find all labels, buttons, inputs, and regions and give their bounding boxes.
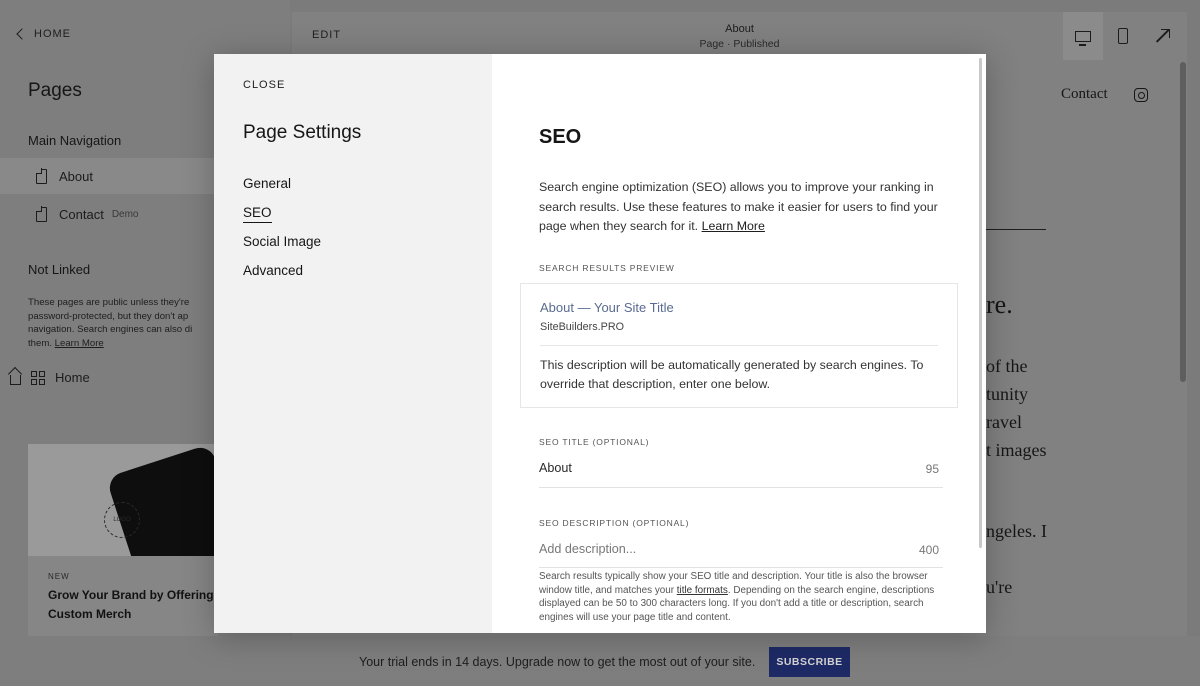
arrow-up-right-icon [1156,29,1170,43]
desktop-icon [1075,30,1091,46]
seo-learn-more-link[interactable]: Learn More [702,219,765,233]
seo-panel: SEO Search engine optimization (SEO) all… [492,54,986,633]
seo-title-input[interactable]: About [539,461,572,475]
tshirt-graphic [105,444,218,556]
search-preview-label: SEARCH RESULTS PREVIEW [539,263,675,273]
tab-social-image[interactable]: Social Image [243,234,321,249]
grid-icon [31,370,45,385]
seo-description-char-count: 400 [918,543,939,557]
trial-message: Your trial ends in 14 days. Upgrade now … [359,655,756,669]
home-label: Home [55,370,90,385]
settings-title: Page Settings [243,122,362,143]
trial-banner: Your trial ends in 14 days. Upgrade now … [0,636,1200,686]
seo-title-char-count: 95 [925,462,939,476]
settings-nav-panel: CLOSE Page Settings General SEO Social I… [214,54,492,633]
preview-divider [540,345,938,346]
page-status: Page · Published [699,38,780,50]
instagram-icon[interactable] [1134,88,1148,102]
site-contact-link[interactable]: Contact [1061,86,1108,103]
editor-topbar: EDIT About Page · Published [292,12,1187,60]
page-settings-modal: CLOSE Page Settings General SEO Social I… [214,54,986,633]
seo-heading: SEO [539,126,582,148]
seo-description-underline [539,567,943,568]
promo-image: LOGO [28,444,218,556]
seo-description-label: SEO DESCRIPTION (OPTIONAL) [539,518,690,528]
page-icon [35,168,47,184]
panel-scrollbar[interactable] [979,58,982,548]
nav-item-label: Contact [59,206,104,222]
seo-help-text: Search results typically show your SEO t… [539,570,943,624]
open-site-button[interactable] [1143,12,1183,60]
not-linked-learn-more-link[interactable]: Learn More [55,338,104,349]
site-text-fragment: u're [986,577,1013,597]
seo-description-input[interactable]: Add description... [539,542,636,556]
seo-title-underline [539,487,943,488]
promo-title: Grow Your Brand by Offering Custom Merch [48,588,214,621]
tab-advanced[interactable]: Advanced [243,263,303,278]
tab-seo[interactable]: SEO [243,205,272,223]
chevron-left-icon [16,28,28,40]
not-linked-heading: Not Linked [28,262,91,277]
seo-title-label: SEO TITLE (OPTIONAL) [539,437,650,447]
preview-url: SiteBuilders.PRO [540,321,625,333]
site-text-fragment: re. [986,290,1013,319]
nav-item-home[interactable]: Home [10,370,90,385]
home-icon [10,374,21,385]
title-formats-link[interactable]: title formats [677,585,728,596]
promo-card[interactable]: LOGO NEW Grow Your Brand by Offering Cus… [28,444,218,636]
demo-badge: Demo [111,208,139,220]
pages-title: Pages [28,80,82,101]
site-text-fragment: of the [986,356,1028,376]
mobile-view-button[interactable] [1103,12,1143,60]
seo-intro: Search engine optimization (SEO) allows … [539,178,949,237]
site-text-fragment: ravel [986,412,1022,432]
back-home-label: HOME [34,28,71,40]
close-button[interactable]: CLOSE [243,79,285,91]
site-text-fragment: ngeles. I [986,521,1047,541]
mobile-icon [1118,28,1128,44]
not-linked-description: These pages are public unless they're pa… [28,296,218,350]
logo-placeholder: LOGO [104,502,140,538]
site-text-fragment: tunity [986,384,1029,404]
site-text-fragment: t images [986,440,1047,460]
not-linked-text: These pages are public unless they're pa… [28,297,193,349]
canvas-scrollbar[interactable] [1180,62,1186,382]
tab-general[interactable]: General [243,176,291,191]
preview-title: About — Your Site Title [540,300,674,315]
site-divider [986,229,1046,231]
current-page-name: About [725,23,754,35]
back-home-link[interactable]: HOME [16,28,71,40]
desktop-view-button[interactable] [1063,12,1103,60]
main-navigation-heading: Main Navigation [28,133,122,148]
subscribe-button[interactable]: SUBSCRIBE [769,647,850,677]
preview-description: This description will be automatically g… [540,358,924,391]
promo-kicker: NEW [48,572,70,581]
page-icon [35,206,47,222]
nav-item-label: About [59,168,93,184]
search-results-preview: About — Your Site Title SiteBuilders.PRO… [520,283,958,408]
